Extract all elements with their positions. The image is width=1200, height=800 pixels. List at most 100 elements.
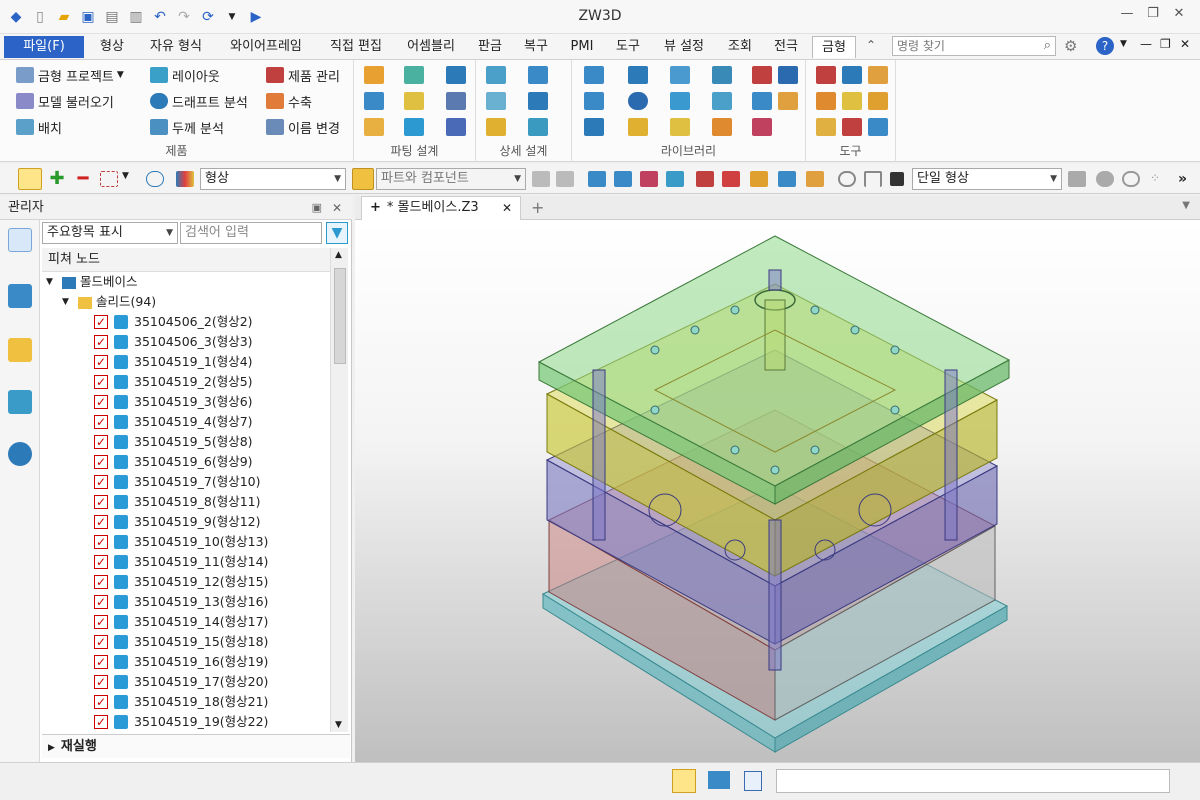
- collapse-ribbon-icon[interactable]: ⌃: [866, 38, 876, 52]
- chevron-down-icon[interactable]: ▼: [46, 272, 53, 292]
- tree-row[interactable]: ✓ 35104506_2(형상2): [42, 312, 330, 332]
- filter-chart-icon[interactable]: [176, 171, 194, 187]
- library-part-icon[interactable]: [670, 92, 690, 110]
- tree-row[interactable]: ✓ 35104519_17(형상20): [42, 672, 330, 692]
- tab-tools[interactable]: 도구: [608, 36, 648, 58]
- minimize-icon[interactable]: —: [1114, 6, 1140, 21]
- tab-freeform[interactable]: 자유 형식: [140, 36, 212, 58]
- library-part-icon[interactable]: [752, 66, 772, 84]
- toolbar-icon[interactable]: ⁘: [1150, 171, 1168, 187]
- library-part-icon[interactable]: [712, 92, 732, 110]
- parting-tool-icon[interactable]: [404, 66, 424, 84]
- tree-row[interactable]: ✓ 35104519_19(형상22): [42, 712, 330, 732]
- library-part-icon[interactable]: [712, 118, 732, 136]
- detail-tool-icon[interactable]: [528, 118, 548, 136]
- library-part-icon[interactable]: [752, 92, 772, 110]
- tool-icon[interactable]: [842, 118, 862, 136]
- chevron-down-icon[interactable]: ▼: [122, 171, 140, 187]
- tree-row[interactable]: ✓ 35104519_8(형상11): [42, 492, 330, 512]
- tree-row[interactable]: ✓ 35104519_12(형상15): [42, 572, 330, 592]
- toolbar-icon[interactable]: [778, 171, 796, 187]
- checkbox-checked-icon[interactable]: ✓: [94, 415, 108, 429]
- place-button[interactable]: 배치: [16, 116, 62, 138]
- help-icon[interactable]: ?: [1096, 37, 1114, 55]
- tree-solid-group[interactable]: ▼ 솔리드(94): [42, 292, 330, 312]
- toolbar-icon[interactable]: [640, 171, 658, 187]
- tree-row[interactable]: ✓ 35104519_13(형상16): [42, 592, 330, 612]
- tab-pmi[interactable]: PMI: [562, 36, 602, 58]
- library-part-icon[interactable]: [778, 92, 798, 110]
- tree-row[interactable]: ✓ 35104519_2(형상5): [42, 372, 330, 392]
- filter-combo[interactable]: 형상 ▼: [200, 168, 346, 190]
- checkbox-checked-icon[interactable]: ✓: [94, 315, 108, 329]
- tree-row[interactable]: ✓ 35104519_9(형상12): [42, 512, 330, 532]
- part-component-combo[interactable]: 파트와 컴포넌트 ▼: [376, 168, 526, 190]
- detail-tool-icon[interactable]: [528, 92, 548, 110]
- toolbar-icon[interactable]: [1068, 171, 1086, 187]
- restore-icon[interactable]: ❐: [1140, 6, 1166, 21]
- file-menu[interactable]: 파일(F): [4, 36, 84, 58]
- tree-row[interactable]: ✓ 35104519_1(형상4): [42, 352, 330, 372]
- toolbar-icon[interactable]: [722, 171, 740, 187]
- tab-wireframe[interactable]: 와이어프레임: [218, 36, 314, 58]
- library-part-icon[interactable]: [584, 92, 604, 110]
- remove-icon[interactable]: ━: [74, 170, 92, 188]
- add-icon[interactable]: ✚: [48, 170, 66, 188]
- tool-icon[interactable]: [816, 92, 836, 110]
- library-part-icon[interactable]: [670, 66, 690, 84]
- checkbox-checked-icon[interactable]: ✓: [94, 615, 108, 629]
- tab-repair[interactable]: 복구: [516, 36, 556, 58]
- checkbox-checked-icon[interactable]: ✓: [94, 455, 108, 469]
- scroll-thumb[interactable]: [334, 268, 346, 364]
- tree-row[interactable]: ✓ 35104506_3(형상3): [42, 332, 330, 352]
- product-manage-button[interactable]: 제품 관리: [266, 64, 340, 86]
- checkbox-checked-icon[interactable]: ✓: [94, 715, 108, 729]
- tree-row[interactable]: ✓ 35104519_4(형상7): [42, 412, 330, 432]
- search-icon[interactable]: ⌕: [1044, 37, 1051, 55]
- parting-tool-icon[interactable]: [404, 118, 424, 136]
- checkbox-checked-icon[interactable]: ✓: [94, 655, 108, 669]
- toolbar-icon[interactable]: [696, 171, 714, 187]
- toolbar-icon[interactable]: [890, 172, 904, 186]
- library-part-icon[interactable]: [584, 118, 604, 136]
- tree-row[interactable]: ✓ 35104519_6(형상9): [42, 452, 330, 472]
- tool-icon[interactable]: [868, 118, 888, 136]
- parting-tool-icon[interactable]: [364, 66, 384, 84]
- tab-menu-icon[interactable]: ▼: [1182, 200, 1190, 211]
- chevron-right-icon[interactable]: ▶: [48, 743, 55, 753]
- checkbox-checked-icon[interactable]: ✓: [94, 475, 108, 489]
- tab-sheet-metal[interactable]: 판금: [470, 36, 510, 58]
- settings-gear-icon[interactable]: ⚙: [1064, 37, 1077, 55]
- toolbar-icon[interactable]: [1096, 171, 1114, 187]
- parting-tool-icon[interactable]: [364, 92, 384, 110]
- tool-icon[interactable]: [868, 92, 888, 110]
- layer-tab-icon[interactable]: [8, 390, 32, 414]
- toolbar-icon[interactable]: [806, 171, 824, 187]
- detail-tool-icon[interactable]: [486, 66, 506, 84]
- checkbox-checked-icon[interactable]: ✓: [94, 335, 108, 349]
- toolbar-icon[interactable]: [614, 171, 632, 187]
- command-search-input[interactable]: 명령 찾기 ⌕: [892, 36, 1056, 56]
- tool-icon[interactable]: [842, 66, 862, 84]
- doc-close-icon[interactable]: ✕: [1180, 37, 1190, 51]
- box-select-icon[interactable]: [100, 171, 118, 187]
- tree-row[interactable]: ✓ 35104519_14(형상17): [42, 612, 330, 632]
- tree-row[interactable]: ✓ 35104519_11(형상14): [42, 552, 330, 572]
- library-part-icon[interactable]: [778, 66, 798, 84]
- polygon-select-icon[interactable]: [146, 171, 164, 187]
- panel-float-icon[interactable]: ▣: [312, 196, 322, 220]
- chevron-down-icon[interactable]: ▼: [62, 292, 69, 312]
- tree-root[interactable]: ▼ 몰드베이스: [42, 272, 330, 292]
- play-icon[interactable]: [1122, 171, 1140, 187]
- tree-row[interactable]: ✓ 35104519_15(형상18): [42, 632, 330, 652]
- history-tab-icon[interactable]: [8, 228, 32, 252]
- text-mode-icon[interactable]: [672, 769, 696, 793]
- checkbox-checked-icon[interactable]: ✓: [94, 575, 108, 589]
- checkbox-checked-icon[interactable]: ✓: [94, 515, 108, 529]
- checkbox-checked-icon[interactable]: ✓: [94, 675, 108, 689]
- parting-tool-icon[interactable]: [446, 66, 466, 84]
- toolbar-icon[interactable]: [556, 171, 574, 187]
- overflow-icon[interactable]: »: [1178, 171, 1196, 187]
- tree-row[interactable]: ✓ 35104519_10(형상13): [42, 532, 330, 552]
- load-model-button[interactable]: 모델 불러오기: [16, 90, 114, 112]
